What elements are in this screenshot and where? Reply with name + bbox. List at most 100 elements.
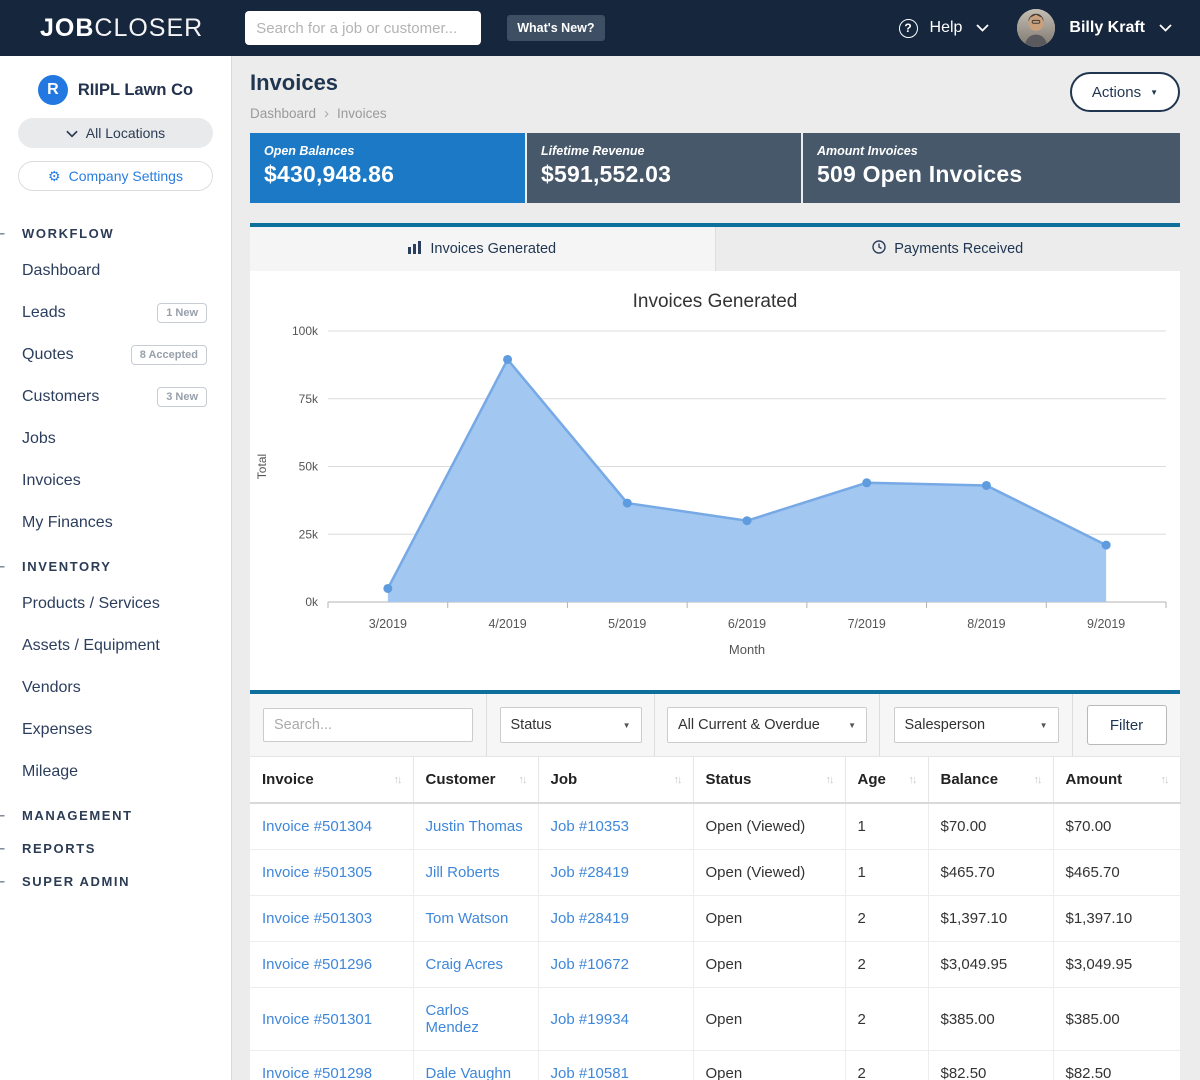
breadcrumb-separator-icon: › <box>324 105 329 122</box>
company-settings-button[interactable]: ⚙ Company Settings <box>18 161 213 191</box>
sort-icon[interactable]: ↑↓ <box>826 774 833 786</box>
actions-button[interactable]: Actions ▼ <box>1070 72 1180 112</box>
job-link[interactable]: Job #28419 <box>551 910 629 927</box>
customer-link[interactable]: Carlos Mendez <box>426 1002 479 1036</box>
invoice-link[interactable]: Invoice #501305 <box>262 864 372 881</box>
sidebar-item-mileage[interactable]: Mileage <box>0 751 231 793</box>
filter-button[interactable]: Filter <box>1087 705 1167 745</box>
stat-label: Open Balances <box>264 144 511 158</box>
job-link[interactable]: Job #28419 <box>551 864 629 881</box>
cell-customer: Justin Thomas <box>413 803 538 850</box>
user-menu[interactable]: Billy Kraft <box>1069 19 1145 37</box>
customer-link[interactable]: Jill Roberts <box>426 864 500 881</box>
cell-invoice: Invoice #501305 <box>250 850 413 896</box>
logo-bold: JOB <box>40 14 94 42</box>
section-label: INVENTORY <box>22 559 112 574</box>
page-title: Invoices <box>250 70 387 96</box>
sidebar-item-expenses[interactable]: Expenses <box>0 709 231 751</box>
invoice-link[interactable]: Invoice #501298 <box>262 1065 372 1080</box>
nav-section-reports[interactable]: ---REPORTS <box>0 832 231 865</box>
cell-balance: $465.70 <box>928 850 1053 896</box>
help-menu[interactable]: Help <box>930 19 963 37</box>
customer-link[interactable]: Dale Vaughn <box>426 1065 512 1080</box>
sort-icon[interactable]: ↑↓ <box>909 774 916 786</box>
cell-balance: $82.50 <box>928 1051 1053 1080</box>
chevron-down-icon[interactable] <box>976 19 989 37</box>
company-settings-label: Company Settings <box>69 168 183 184</box>
nav-section-inventory[interactable]: ---INVENTORY <box>0 550 231 583</box>
sidebar-item-invoices[interactable]: Invoices <box>0 460 231 502</box>
job-link[interactable]: Job #19934 <box>551 1011 629 1028</box>
sidebar-item-my-finances[interactable]: My Finances <box>0 502 231 544</box>
job-link[interactable]: Job #10672 <box>551 956 629 973</box>
gear-icon: ⚙ <box>48 169 61 183</box>
help-icon[interactable]: ? <box>899 19 918 38</box>
column-label: Job <box>551 771 578 788</box>
tab-label: Payments Received <box>894 241 1023 257</box>
column-header-invoice[interactable]: Invoice↑↓ <box>250 757 413 804</box>
svg-text:9/2019: 9/2019 <box>1087 617 1125 631</box>
column-header-balance[interactable]: Balance↑↓ <box>928 757 1053 804</box>
svg-text:Total: Total <box>255 454 269 479</box>
column-label: Customer <box>426 771 496 788</box>
sort-icon[interactable]: ↑↓ <box>1161 774 1168 786</box>
cell-age: 1 <box>845 850 928 896</box>
sort-icon[interactable]: ↑↓ <box>1034 774 1041 786</box>
invoice-link[interactable]: Invoice #501304 <box>262 818 372 835</box>
app-logo: JOBCLOSER <box>40 14 203 43</box>
table-search-input[interactable] <box>263 708 473 742</box>
job-link[interactable]: Job #10581 <box>551 1065 629 1080</box>
customer-link[interactable]: Tom Watson <box>426 910 509 927</box>
global-search-input[interactable] <box>245 11 481 45</box>
cell-customer: Carlos Mendez <box>413 988 538 1051</box>
invoice-link[interactable]: Invoice #501303 <box>262 910 372 927</box>
column-header-status[interactable]: Status↑↓ <box>693 757 845 804</box>
svg-text:50k: 50k <box>299 460 319 474</box>
table-row: Invoice #501305Jill RobertsJob #28419Ope… <box>250 850 1180 896</box>
job-link[interactable]: Job #10353 <box>551 818 629 835</box>
customer-link[interactable]: Craig Acres <box>426 956 504 973</box>
tab-invoices-generated[interactable]: Invoices Generated <box>250 227 715 271</box>
column-header-job[interactable]: Job ↑↓ <box>538 757 693 804</box>
nav-section-workflow[interactable]: ---WORKFLOW <box>0 217 231 250</box>
nav-section-super-admin[interactable]: ---SUPER ADMIN <box>0 865 231 898</box>
select-value: Salesperson <box>905 717 986 733</box>
company-row: R RIIPL Lawn Co <box>0 75 231 105</box>
logo-light: CLOSER <box>94 14 203 42</box>
table-row: Invoice #501298Dale VaughnJob #10581Open… <box>250 1051 1180 1080</box>
chart-title: Invoices Generated <box>250 291 1180 313</box>
column-header-customer[interactable]: Customer ↑↓ <box>413 757 538 804</box>
sort-icon[interactable]: ↑↓ <box>519 774 526 786</box>
sidebar-item-products-services[interactable]: Products / Services <box>0 583 231 625</box>
invoice-link[interactable]: Invoice #501301 <box>262 1011 372 1028</box>
sidebar-item-jobs[interactable]: Jobs <box>0 418 231 460</box>
sidebar-item-leads[interactable]: Leads1 New <box>0 292 231 334</box>
whats-new-button[interactable]: What's New? <box>507 15 604 41</box>
chevron-down-icon[interactable] <box>1159 19 1172 37</box>
status-select[interactable]: Status ▼ <box>500 707 642 743</box>
column-header-amount[interactable]: Amount↑↓ <box>1053 757 1180 804</box>
breadcrumb-dashboard[interactable]: Dashboard <box>250 106 316 121</box>
section-collapse-icon: --- <box>0 226 4 240</box>
sort-icon[interactable]: ↑↓ <box>674 774 681 786</box>
cell-customer: Jill Roberts <box>413 850 538 896</box>
nav-section-management[interactable]: ---MANAGEMENT <box>0 799 231 832</box>
customer-link[interactable]: Justin Thomas <box>426 818 523 835</box>
cell-customer: Dale Vaughn <box>413 1051 538 1080</box>
column-header-age[interactable]: Age↑↓ <box>845 757 928 804</box>
all-locations-dropdown[interactable]: All Locations <box>18 118 213 148</box>
invoice-link[interactable]: Invoice #501296 <box>262 956 372 973</box>
sort-icon[interactable]: ↑↓ <box>394 774 401 786</box>
salesperson-select[interactable]: Salesperson ▼ <box>894 707 1059 743</box>
sidebar-item-label: Jobs <box>22 430 56 448</box>
tab-payments-received[interactable]: Payments Received <box>715 227 1181 271</box>
avatar[interactable] <box>1017 9 1055 47</box>
sidebar-item-dashboard[interactable]: Dashboard <box>0 250 231 292</box>
sidebar-item-assets-equipment[interactable]: Assets / Equipment <box>0 625 231 667</box>
stat-value: 509 Open Invoices <box>817 161 1166 188</box>
sidebar-item-vendors[interactable]: Vendors <box>0 667 231 709</box>
sidebar-item-customers[interactable]: Customers3 New <box>0 376 231 418</box>
cell-amount: $82.50 <box>1053 1051 1180 1080</box>
current-overdue-select[interactable]: All Current & Overdue ▼ <box>667 707 867 743</box>
sidebar-item-quotes[interactable]: Quotes8 Accepted <box>0 334 231 376</box>
